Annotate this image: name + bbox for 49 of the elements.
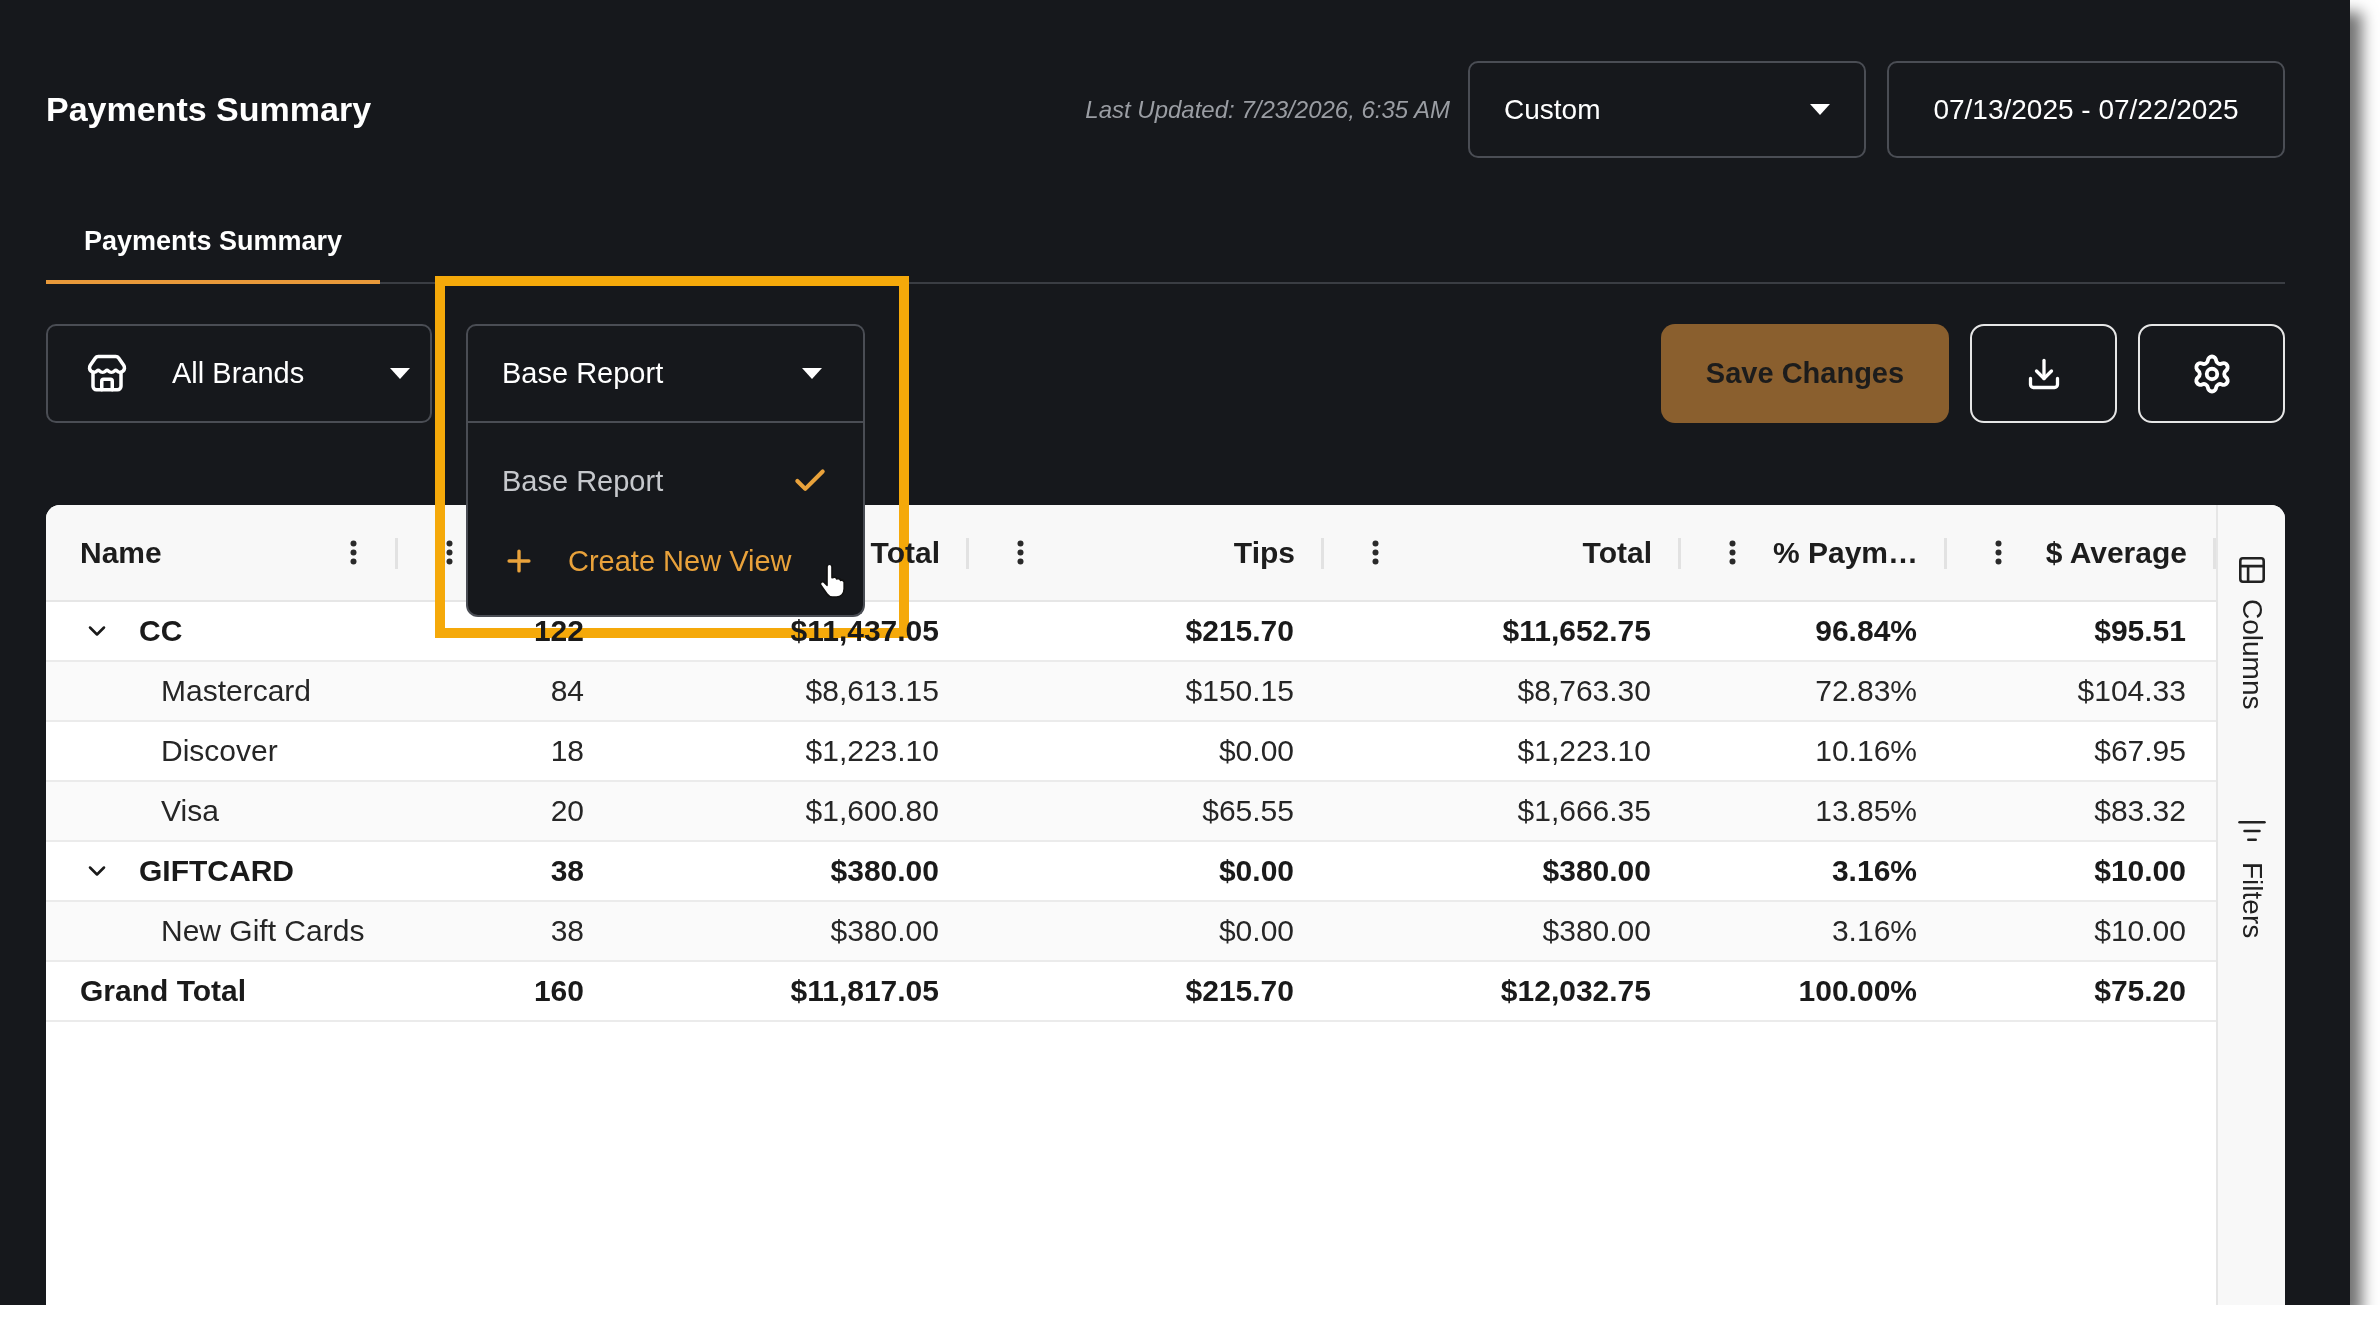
table-cell: $10.00: [2094, 916, 2186, 946]
table-cell: $0.00: [1218, 736, 1294, 766]
table-cell: $95.51: [2094, 616, 2186, 646]
table-cell: Visa: [161, 796, 219, 826]
table-cell: 72.83%: [1815, 676, 1917, 706]
table-cell: $380.00: [830, 916, 939, 946]
table-cell: 3.16%: [1831, 916, 1917, 946]
table-cell: 96.84%: [1815, 616, 1917, 646]
page-title: Payments Summary: [46, 90, 372, 129]
table-cell: Grand Total: [80, 976, 247, 1006]
table-cell: 160: [533, 976, 584, 1006]
table-cell: 10.16%: [1815, 736, 1917, 766]
table-cell: $8,613.15: [805, 676, 939, 706]
table-cell: $1,666.35: [1517, 796, 1651, 826]
table-cell: $65.55: [1202, 796, 1294, 826]
table-cell: $380.00: [830, 856, 939, 886]
table-cell: $0.00: [1218, 856, 1294, 886]
table-cell: $150.15: [1185, 676, 1294, 706]
table-cell: CC: [139, 616, 183, 646]
table-cell: 84: [550, 676, 584, 706]
table-cell: $1,600.80: [805, 796, 939, 826]
table-cell: $11,652.75: [1502, 616, 1651, 646]
table-cell: $380.00: [1542, 856, 1651, 886]
table-cell: $75.20: [2094, 976, 2186, 1006]
table-cell: 13.85%: [1815, 796, 1917, 826]
table-cell: $83.32: [2094, 796, 2186, 826]
table-cell: 38: [550, 856, 584, 886]
table-cell: GIFTCARD: [139, 856, 294, 886]
table-cell: $1,223.10: [1517, 736, 1651, 766]
table-cell: $12,032.75: [1500, 976, 1651, 1006]
table-cell: $10.00: [2094, 856, 2186, 886]
table-cell: $215.70: [1185, 976, 1294, 1006]
table-cell: $0.00: [1218, 916, 1294, 946]
table-cell: $1,223.10: [805, 736, 939, 766]
last-updated-text: Last Updated: 7/23/2026, 6:35 AM: [1085, 95, 1450, 124]
table-cell: New Gift Cards: [161, 916, 365, 946]
table-cell: $215.70: [1185, 616, 1294, 646]
table-cell: Mastercard: [161, 676, 312, 706]
table-cell: $8,763.30: [1517, 676, 1651, 706]
table-cell: $380.00: [1542, 916, 1651, 946]
table-cell: 20: [550, 796, 584, 826]
table-cell: 3.16%: [1831, 856, 1917, 886]
table-cell: 38: [550, 916, 584, 946]
table-cell: $11,817.05: [790, 976, 939, 1006]
table-cell: 100.00%: [1798, 976, 1917, 1006]
table-cell: $104.33: [2077, 676, 2186, 706]
table-cell: 18: [550, 736, 584, 766]
table-cell: Discover: [161, 736, 278, 766]
table-cell: $67.95: [2094, 736, 2186, 766]
